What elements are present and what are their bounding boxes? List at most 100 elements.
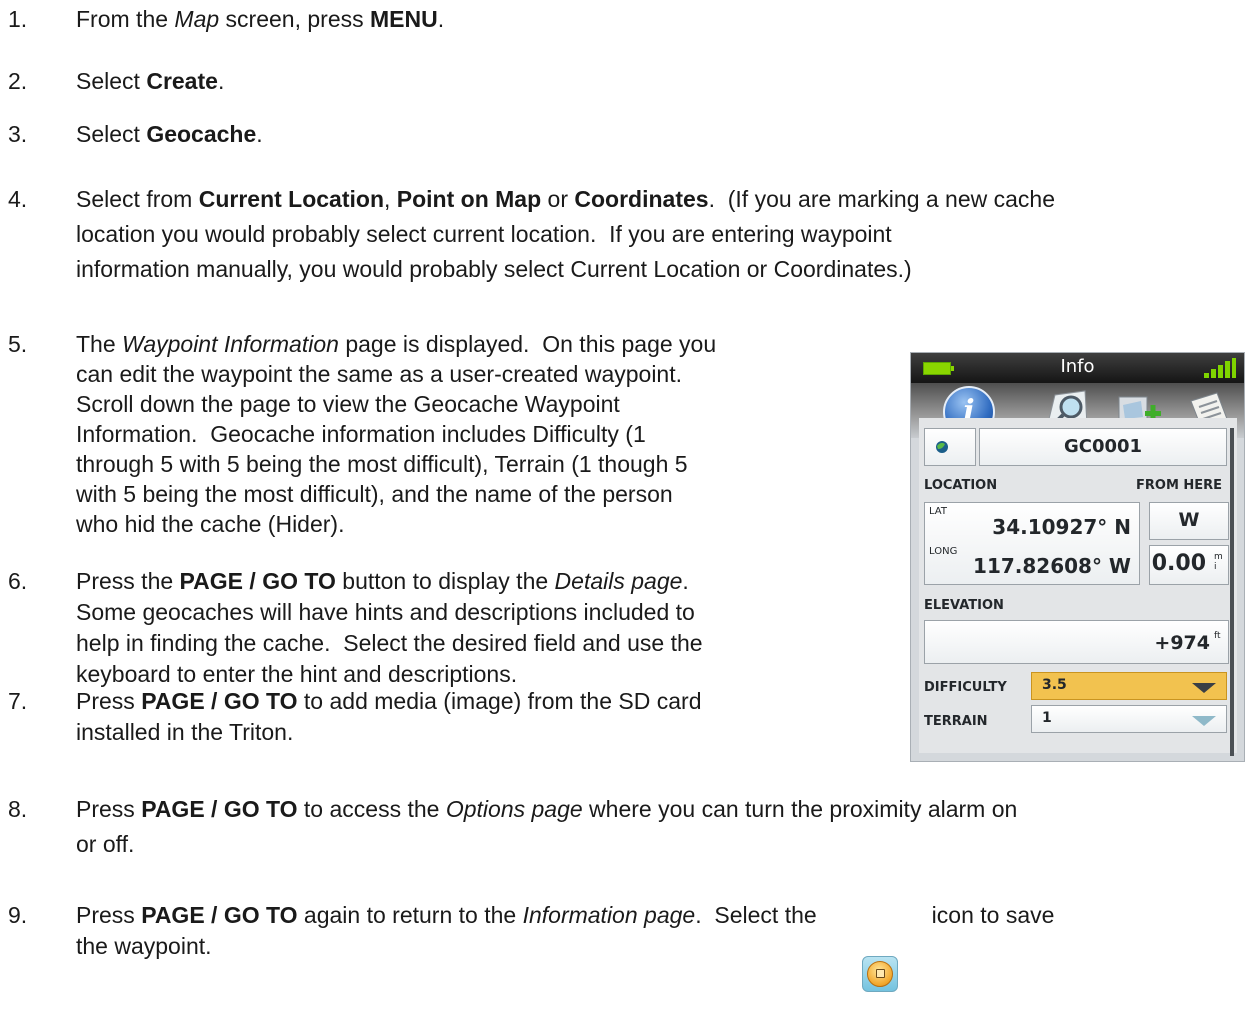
text-run: who hid the cache (Hider). — [76, 511, 345, 537]
step-text-line: Select from Current Location, Point on M… — [76, 184, 1055, 215]
step-number: 4. — [8, 186, 28, 212]
save-icon — [862, 956, 898, 992]
long-label: LONG — [929, 546, 958, 557]
terrain-label: TERRAIN — [924, 714, 988, 729]
bold-term: Coordinates — [574, 186, 709, 212]
text-run: can edit the waypoint the same as a user… — [76, 361, 683, 387]
text-run: installed in the Triton. — [76, 719, 294, 745]
step-text-line: Press PAGE / GO TO to add media (image) … — [76, 686, 701, 717]
distance-value: 0.00 — [1151, 551, 1206, 576]
italic-term: Options page — [445, 796, 583, 822]
text-run: Press — [76, 902, 142, 928]
step-text-line: help in finding the cache. Select the de… — [76, 628, 703, 659]
bold-term: PAGE / GO TO — [179, 568, 336, 594]
terrain-value: 1 — [1042, 710, 1052, 726]
terrain-dropdown[interactable]: 1 — [1031, 705, 1227, 733]
direction-value: W — [1178, 509, 1200, 531]
globe-icon — [936, 441, 948, 453]
scrollbar[interactable] — [1230, 428, 1234, 756]
difficulty-value: 3.5 — [1042, 677, 1067, 693]
waypoint-symbol-button[interactable] — [924, 428, 976, 466]
step-number: 3. — [8, 121, 28, 147]
latitude-value: 34.10927° N — [992, 515, 1131, 539]
step-text-line: Select Geocache. — [76, 119, 263, 150]
text-run: Press — [76, 796, 142, 822]
from-here-label: FROM HERE — [1136, 478, 1223, 493]
step-number: 7. — [8, 688, 28, 714]
step-text-line: the waypoint. — [76, 931, 212, 962]
text-run: From the — [76, 6, 175, 32]
text-run: The — [76, 331, 123, 357]
bold-term: PAGE / GO TO — [141, 796, 298, 822]
step-text-line: Select Create. — [76, 66, 224, 97]
step-text-line: information manually, you would probably… — [76, 254, 912, 285]
text-run: Select — [76, 68, 147, 94]
italic-term: Map — [174, 6, 220, 32]
text-run: . Select the icon to save — [695, 902, 1055, 928]
waypoint-name-field[interactable]: GC0001 — [979, 428, 1227, 466]
bold-term: Current Location — [198, 186, 384, 212]
chevron-down-icon — [1192, 716, 1216, 726]
waypoint-name: GC0001 — [1063, 436, 1143, 457]
step-text-line: location you would probably select curre… — [76, 219, 892, 250]
step-text-line: Some geocaches will have hints and descr… — [76, 597, 695, 628]
text-run: with 5 being the most difficult), and th… — [76, 481, 673, 507]
italic-term: Information page — [522, 902, 696, 928]
chevron-down-icon — [1192, 683, 1216, 693]
device-screen: Info i GC0001 LOCATION FROM HERE LAT 34.… — [910, 352, 1245, 762]
step-text-line: can edit the waypoint the same as a user… — [76, 359, 682, 390]
text-run: Press — [76, 688, 142, 714]
italic-term: Waypoint Information — [122, 331, 339, 357]
text-run: help in finding the cache. Select the de… — [76, 630, 703, 656]
step-text-line: through 5 with 5 being the most difficul… — [76, 449, 688, 480]
text-run: Information. Geocache information includ… — [76, 421, 646, 447]
text-run: keyboard to enter the hint and descripti… — [76, 661, 518, 687]
text-run: or off. — [76, 831, 135, 857]
step-number: 9. — [8, 902, 28, 928]
status-bar: Info — [911, 353, 1244, 383]
step-text-line: Press the PAGE / GO TO button to display… — [76, 566, 689, 597]
step-text-line: Information. Geocache information includ… — [76, 419, 646, 450]
text-run: or — [541, 186, 575, 212]
bold-term: PAGE / GO TO — [141, 902, 298, 928]
text-run: location you would probably select curre… — [76, 221, 892, 247]
coordinates-field[interactable]: LAT 34.10927° N LONG 117.82608° W — [924, 502, 1140, 585]
text-run: . — [437, 6, 445, 32]
bold-term: Create — [146, 68, 218, 94]
text-run: Select from — [76, 186, 199, 212]
screen-title: Info — [1060, 356, 1095, 377]
text-run: through 5 with 5 being the most difficul… — [76, 451, 688, 477]
text-run: information manually, you would probably… — [76, 256, 912, 282]
text-run: to access the — [297, 796, 446, 822]
bold-term: MENU — [370, 6, 438, 32]
signal-strength-icon — [1204, 358, 1236, 378]
step-text-line: Scroll down the page to view the Geocach… — [76, 389, 620, 420]
text-run: screen, press — [219, 6, 371, 32]
step-text-line: From the Map screen, press MENU. — [76, 4, 444, 35]
distance-unit: mi — [1214, 552, 1223, 572]
direction-field: W — [1149, 502, 1229, 540]
elevation-value: +974 — [1154, 632, 1210, 654]
text-run: . (If you are marking a new cache — [708, 186, 1056, 212]
step-text-line: or off. — [76, 829, 134, 860]
step-number: 6. — [8, 568, 28, 594]
step-number: 5. — [8, 331, 28, 357]
step-number: 2. — [8, 68, 28, 94]
text-run: again to return to the — [297, 902, 523, 928]
bold-term: Geocache — [146, 121, 257, 147]
difficulty-dropdown[interactable]: 3.5 — [1031, 672, 1227, 700]
step-text-line: installed in the Triton. — [76, 717, 293, 748]
step-text-line: who hid the cache (Hider). — [76, 509, 344, 540]
longitude-value: 117.82608° W — [973, 554, 1131, 578]
text-run: Press the — [76, 568, 180, 594]
text-run: to add media (image) from the SD card — [297, 688, 702, 714]
location-label: LOCATION — [924, 478, 998, 493]
elevation-label: ELEVATION — [924, 598, 1004, 613]
text-run: Select — [76, 121, 147, 147]
step-text-line: Press PAGE / GO TO again to return to th… — [76, 900, 1054, 931]
step-number: 1. — [8, 6, 28, 32]
text-run: . — [217, 68, 225, 94]
elevation-field[interactable]: +974 ft — [924, 620, 1229, 664]
text-run: , — [384, 186, 397, 212]
waypoint-info-panel: GC0001 LOCATION FROM HERE LAT 34.10927° … — [919, 418, 1237, 756]
